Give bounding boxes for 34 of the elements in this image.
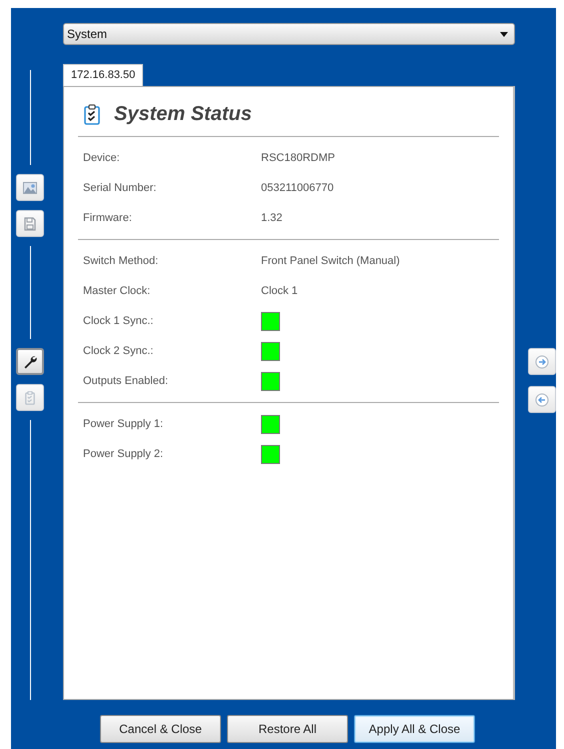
field-value: 1.32: [261, 212, 282, 224]
image-tool-button[interactable]: [16, 174, 44, 201]
wrench-tool-button[interactable]: [16, 348, 44, 375]
left-arrow-circle-icon: [535, 392, 549, 406]
dialog-button[interactable]: Cancel & Close: [100, 715, 221, 743]
wrench-icon: [23, 354, 37, 368]
field-value: RSC180RDMP: [261, 152, 335, 164]
field-label: Power Supply 1:: [83, 418, 164, 430]
field-label: Firmware:: [83, 212, 133, 224]
right-arrow-circle-icon: [535, 354, 549, 368]
field-label: Outputs Enabled:: [83, 375, 170, 387]
save-tool-button[interactable]: [16, 210, 44, 237]
category-dropdown[interactable]: System: [63, 23, 515, 45]
picture-icon: [23, 182, 37, 194]
field-label: Master Clock:: [83, 285, 152, 297]
field-label: Power Supply 2:: [83, 448, 164, 460]
clipboard-tool-button[interactable]: [16, 384, 44, 411]
field-label: Clock 1 Sync.:: [83, 315, 154, 327]
panel-title: System Status: [114, 103, 252, 126]
field-value: Front Panel Switch (Manual): [261, 255, 400, 267]
field-label: Switch Method:: [83, 255, 160, 267]
field-label: Serial Number:: [83, 182, 158, 194]
dialog-button[interactable]: Restore All: [227, 715, 348, 743]
clipboard-icon: [25, 390, 35, 404]
dialog-button[interactable]: Apply All & Close: [354, 715, 475, 743]
forward-button[interactable]: [528, 348, 556, 375]
clipboard-checklist-icon: [84, 104, 100, 125]
field-label: Clock 2 Sync.:: [83, 345, 154, 357]
ip-address-tab[interactable]: 172.16.83.50: [63, 64, 144, 86]
field-value: 053211006770: [261, 182, 334, 194]
field-label: Device:: [83, 152, 121, 164]
dropdown-caret-icon: [500, 32, 508, 36]
field-value: Clock 1: [261, 285, 298, 297]
back-button[interactable]: [528, 386, 556, 413]
